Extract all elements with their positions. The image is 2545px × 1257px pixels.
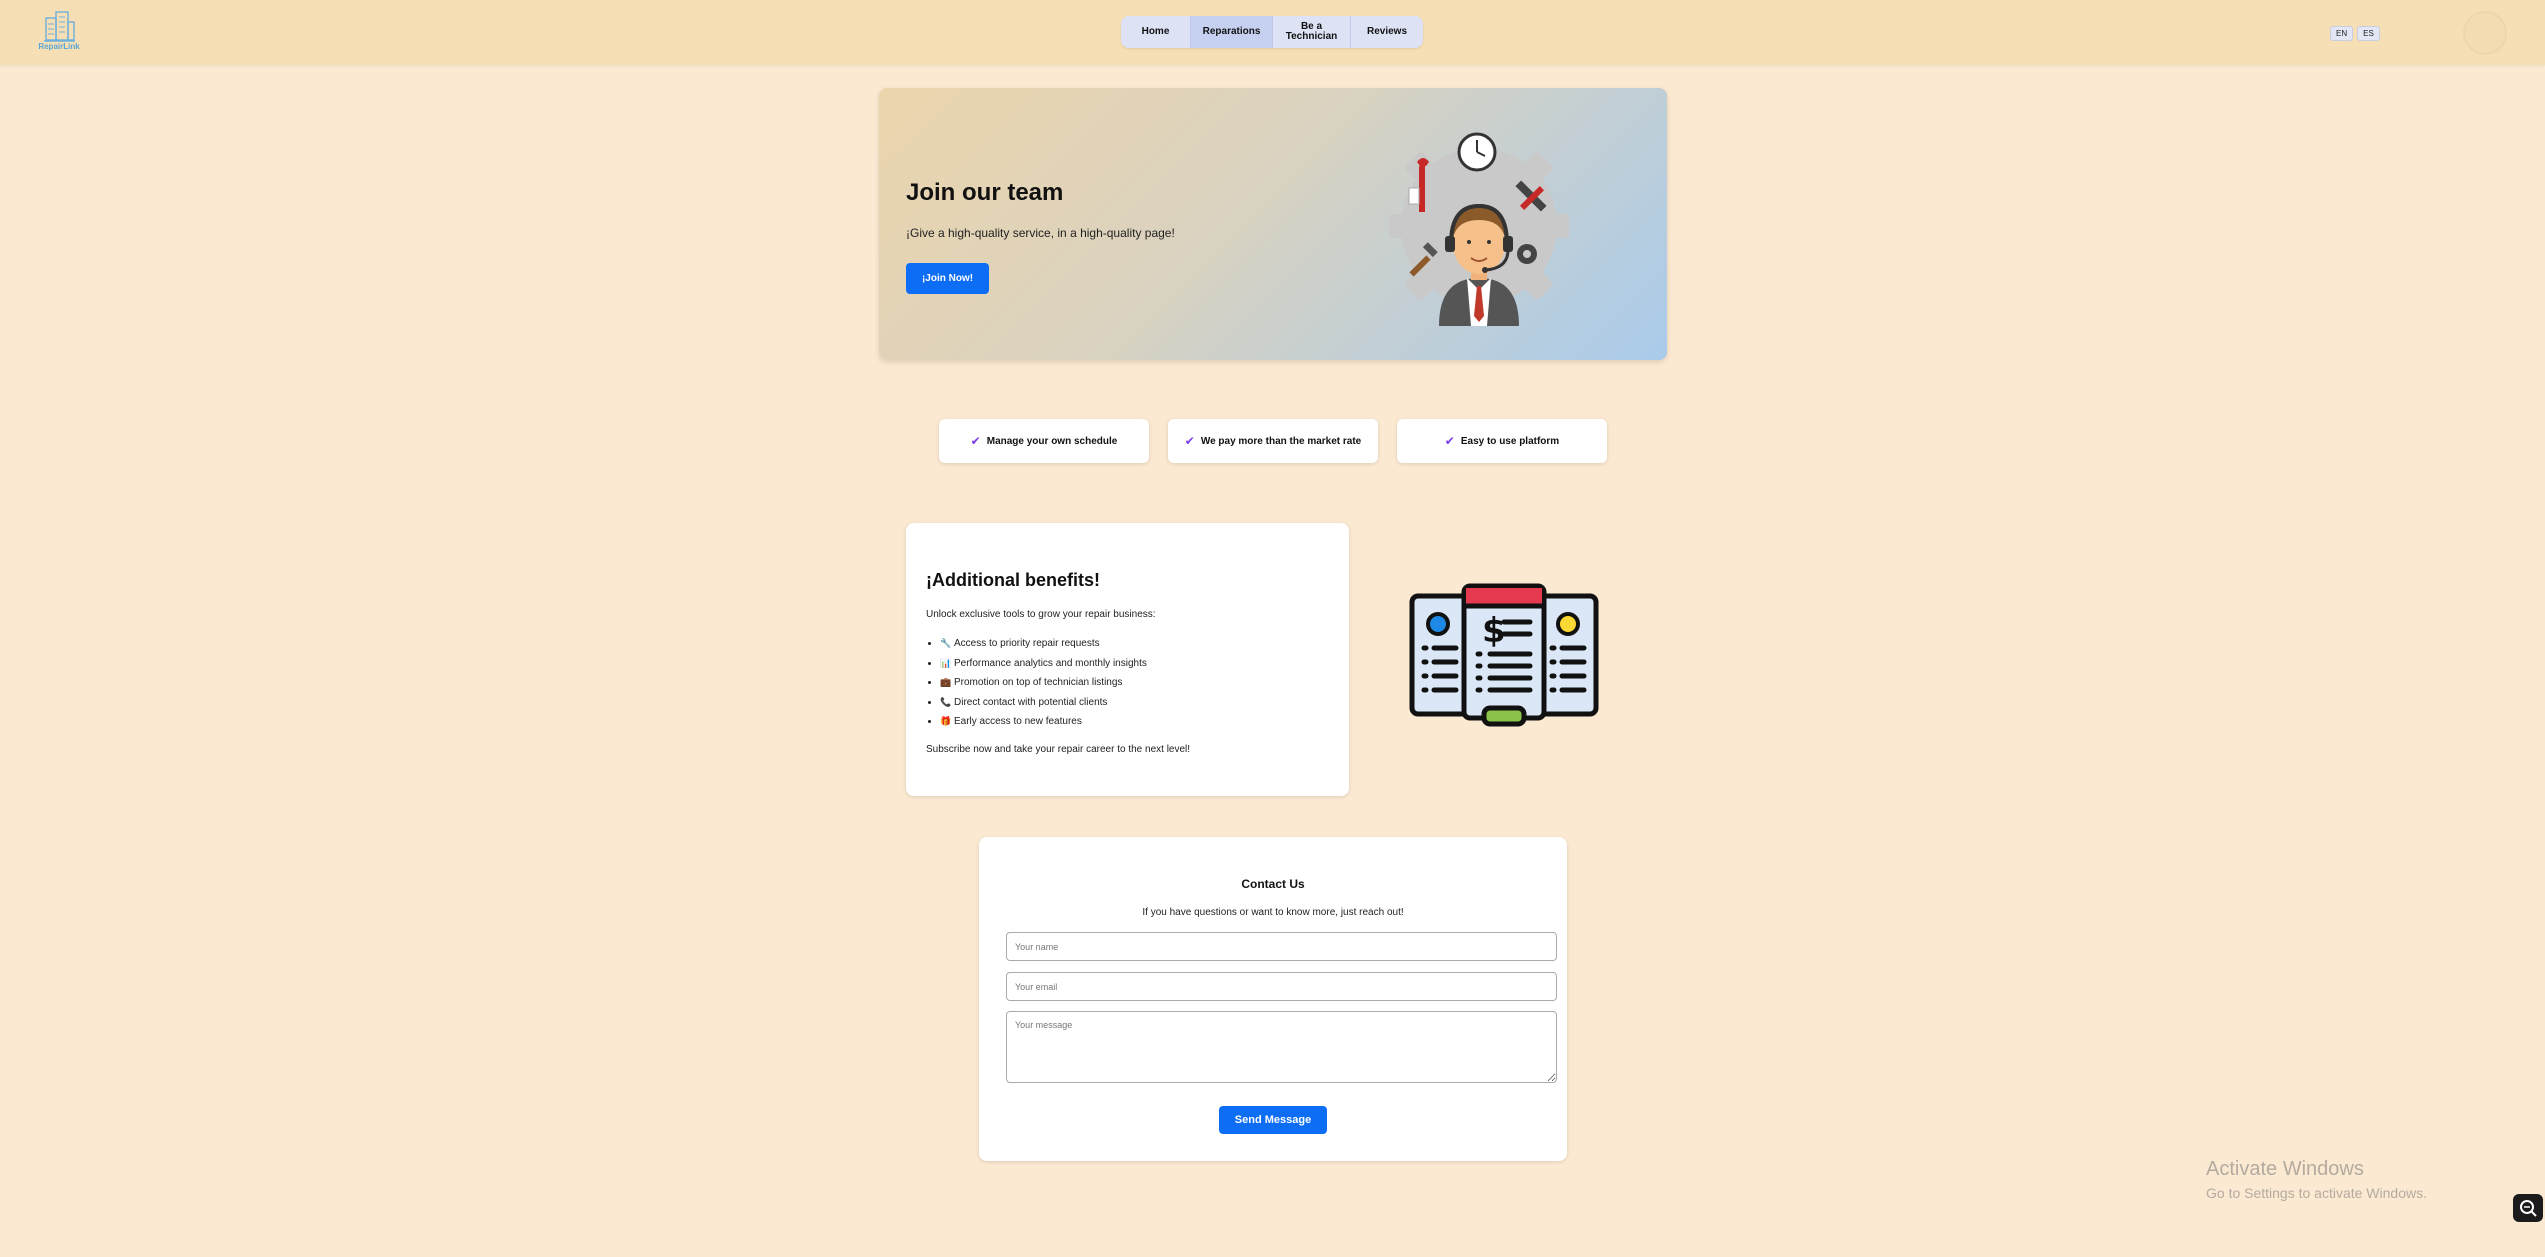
feature-label: Manage your own schedule [986,435,1118,447]
list-item: 🎁Early access to new features [940,713,1147,733]
feature-label: Easy to use platform [1460,435,1560,447]
nav-reparations[interactable]: Reparations [1191,16,1273,48]
repairlink-logo[interactable]: RepairLink [36,8,82,54]
logo-text: RepairLink [38,42,80,51]
pricing-document-icon: $ [1409,583,1599,727]
language-switcher: EN ES [2330,26,2380,41]
watermark-title: Activate Windows [2206,1158,2364,1180]
feature-chip-schedule: ✔ Manage your own schedule [939,419,1149,463]
hero-title: Join our team [906,179,1064,206]
watermark-subtitle: Go to Settings to activate Windows. [2206,1185,2427,1201]
lang-en-button[interactable]: EN [2330,26,2354,41]
contact-subtitle: If you have questions or want to know mo… [1142,907,1404,918]
hero-subtitle: ¡Give a high-quality service, in a high-… [906,226,1175,240]
contact-title: Contact Us [1241,877,1305,891]
wrench-icon: 🔧 [940,638,952,648]
check-icon: ✔ [1444,434,1455,448]
nav-home[interactable]: Home [1121,16,1191,48]
lang-es-button[interactable]: ES [2357,26,2380,41]
list-item: 💼Promotion on top of technician listings [940,674,1147,694]
benefits-intro: Unlock exclusive tools to grow your repa… [926,609,1156,620]
logo-building-icon [44,11,75,42]
feature-chip-easy: ✔ Easy to use platform [1397,419,1607,463]
feature-label: We pay more than the market rate [1200,435,1362,447]
list-item: 🔧Access to priority repair requests [940,635,1147,655]
contact-form-card: Contact Us If you have questions or want… [979,837,1567,1161]
user-avatar[interactable] [2463,11,2507,55]
send-message-button[interactable]: Send Message [1219,1106,1327,1134]
briefcase-icon: 💼 [940,677,952,687]
windows-activation-watermark: Activate Windows Go to Settings to activ… [2206,1158,2427,1201]
zoom-icon[interactable] [2513,1194,2543,1222]
svg-text:$: $ [1482,611,1506,651]
check-icon: ✔ [970,434,981,448]
benefits-outro: Subscribe now and take your repair caree… [926,744,1191,755]
top-header: RepairLink Home Reparations Be a Technic… [0,0,2545,65]
hero-banner: Join our team ¡Give a high-quality servi… [879,88,1667,360]
email-input[interactable] [1006,972,1557,1001]
technician-support-illustration [1389,132,1569,326]
benefits-title: ¡Additional benefits! [926,570,1100,590]
benefits-card: ¡Additional benefits! Unlock exclusive t… [906,523,1349,796]
join-now-button[interactable]: ¡Join Now! [906,263,989,294]
feature-chip-pay: ✔ We pay more than the market rate [1168,419,1378,463]
phone-icon: 📞 [940,696,952,707]
gift-icon: 🎁 [940,716,952,726]
nav-be-a-technician[interactable]: Be a Technician [1273,16,1351,48]
main-nav: Home Reparations Be a Technician Reviews [1121,16,1423,48]
chart-icon: 📊 [940,657,952,668]
benefits-list: 🔧Access to priority repair requests 📊Per… [940,635,1147,733]
check-icon: ✔ [1184,434,1195,448]
list-item: 📞Direct contact with potential clients [940,694,1147,714]
list-item: 📊Performance analytics and monthly insig… [940,655,1147,675]
nav-reviews[interactable]: Reviews [1351,16,1423,48]
message-textarea[interactable] [1006,1011,1557,1083]
name-input[interactable] [1006,932,1557,961]
